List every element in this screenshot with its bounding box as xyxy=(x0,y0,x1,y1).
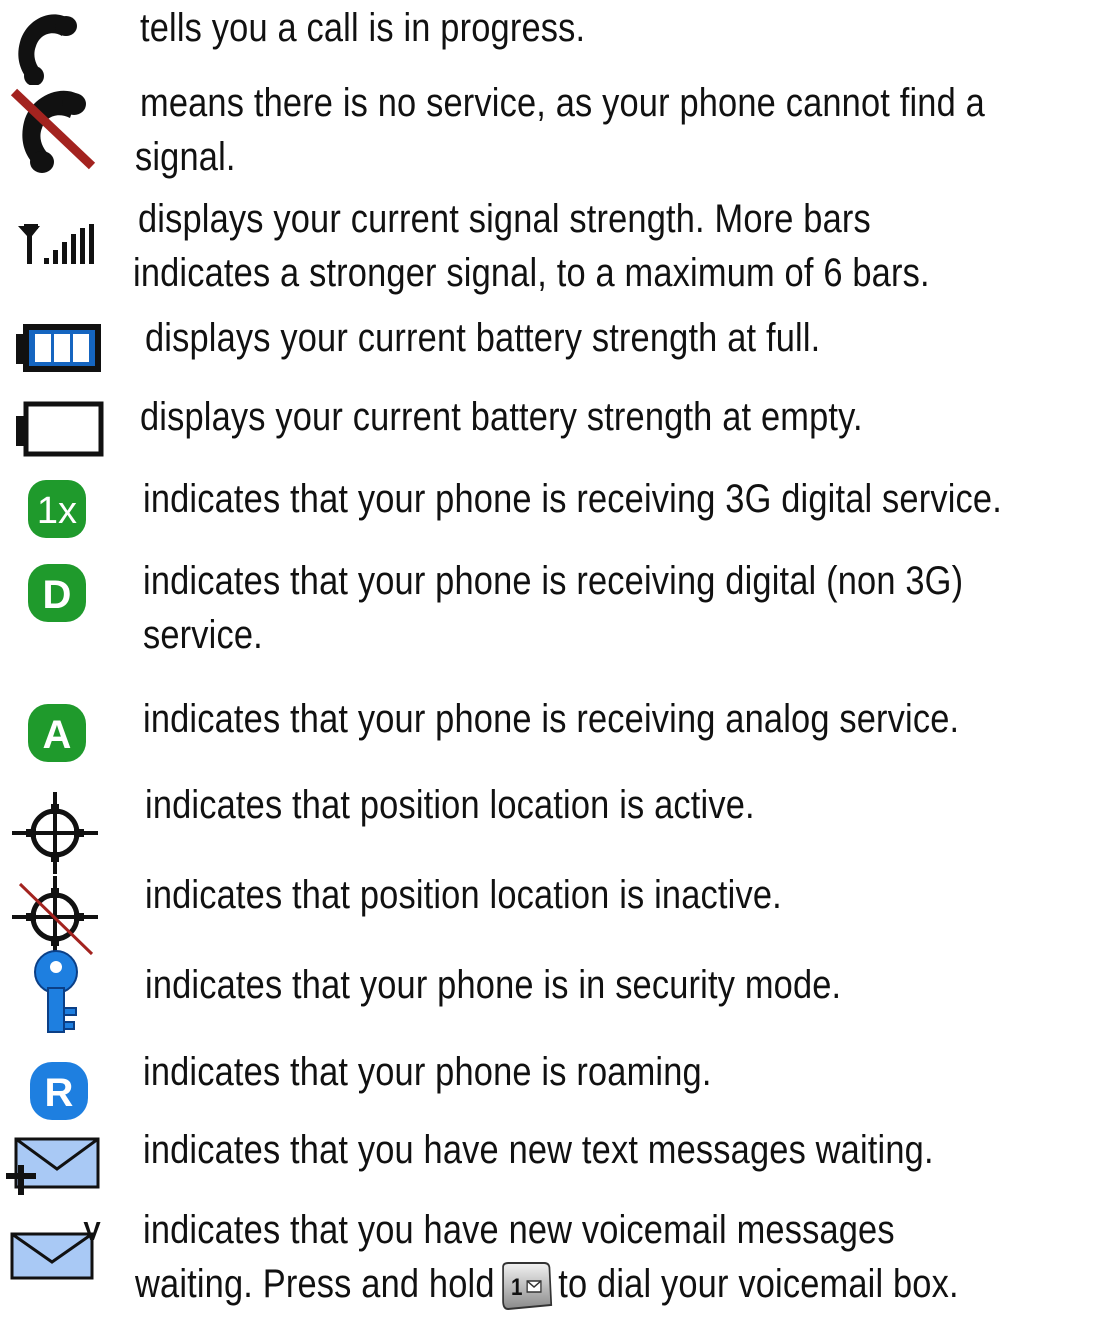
roaming-label: R xyxy=(45,1071,74,1115)
roaming-icon: R xyxy=(28,1060,90,1122)
analog-service-text: indicates that your phone is receiving a… xyxy=(143,697,960,741)
text-messages-text: indicates that you have new text message… xyxy=(143,1128,934,1172)
signal-strength-text-1: displays your current signal strength. M… xyxy=(138,197,871,241)
new-text-message-icon xyxy=(4,1135,100,1197)
battery-empty-text: displays your current battery strength a… xyxy=(140,395,863,439)
digital-label: D xyxy=(43,573,72,617)
location-active-icon xyxy=(10,790,100,876)
signal-strength-icon xyxy=(16,222,96,268)
service-3g-text: indicates that your phone is receiving 3… xyxy=(143,477,1002,521)
no-service-text-2: signal. xyxy=(135,135,236,179)
security-mode-text: indicates that your phone is in security… xyxy=(145,963,842,1007)
voicemail-text-2: waiting. Press and hold 1 to dial your v… xyxy=(135,1257,959,1311)
location-active-text: indicates that position location is acti… xyxy=(145,783,755,827)
digital-service-text-2: service. xyxy=(143,613,263,657)
voicemail-v-label: V xyxy=(83,1216,101,1246)
battery-full-icon xyxy=(16,320,104,376)
digital-service-text-1: indicates that your phone is receiving d… xyxy=(143,559,964,603)
voicemail-icon: V xyxy=(10,1212,106,1282)
voicemail-text-2a: waiting. Press and hold xyxy=(135,1262,495,1306)
one-x-label: 1x xyxy=(37,490,77,532)
location-inactive-text: indicates that position location is inac… xyxy=(145,873,782,917)
voicemail-key-icon: 1 xyxy=(500,1261,553,1311)
one-x-service-icon: 1x xyxy=(26,478,88,540)
signal-strength-text-2: indicates a stronger signal, to a maximu… xyxy=(133,251,930,295)
roaming-text: indicates that your phone is roaming. xyxy=(143,1050,712,1094)
call-in-progress-text: tells you a call is in progress. xyxy=(140,6,586,50)
voicemail-text-2b: to dial your voicemail box. xyxy=(558,1262,959,1306)
call-in-progress-icon xyxy=(10,10,80,85)
no-service-text-1: means there is no service, as your phone… xyxy=(140,81,985,125)
digital-service-icon: D xyxy=(26,562,88,624)
analog-label: A xyxy=(43,713,72,757)
key-one-label: 1 xyxy=(511,1274,523,1301)
no-service-icon xyxy=(8,86,98,176)
battery-empty-icon xyxy=(16,400,104,458)
analog-service-icon: A xyxy=(26,702,88,764)
voicemail-text-1: indicates that you have new voicemail me… xyxy=(143,1208,895,1252)
battery-full-text: displays your current battery strength a… xyxy=(145,316,821,360)
security-key-icon xyxy=(30,950,86,1036)
location-inactive-icon xyxy=(10,874,100,960)
